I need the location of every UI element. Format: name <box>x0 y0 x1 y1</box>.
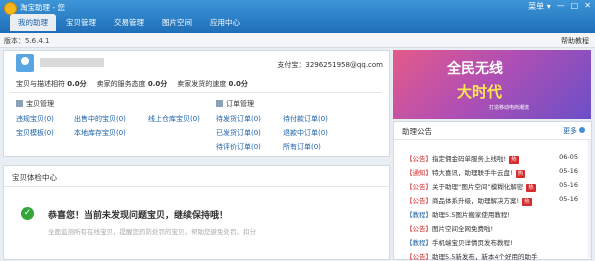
scrollbar[interactable] <box>588 140 591 258</box>
tab-item-management[interactable]: 宝贝管理 <box>58 14 104 31</box>
health-center-title: 宝贝体检中心 <box>12 173 57 182</box>
app-title: 淘宝助理 - 您 <box>20 3 65 12</box>
item-management-icon <box>16 100 23 107</box>
menu-button[interactable]: 菜单 ▾ <box>528 1 551 12</box>
hot-badge: 热 <box>522 198 532 206</box>
link-warehouse-items[interactable]: 线上仓库宝贝(0) <box>148 114 200 124</box>
title-bar: 淘宝助理 - 您 菜单 ▾ — □ ✕ 我的助理 宝贝管理 交易管理 图片空间 … <box>0 0 595 33</box>
version-bar: 版本：5.6.4.1 帮助教程 <box>0 33 595 48</box>
link-violation-items[interactable]: 违规宝贝(0) <box>16 114 54 124</box>
tab-image-space[interactable]: 图片空间 <box>154 14 200 31</box>
item-management-header: 宝贝管理 <box>16 99 54 109</box>
link-item-templates[interactable]: 宝贝模板(0) <box>16 128 54 138</box>
banner-line2: 大时代 <box>457 83 503 101</box>
shop-ratings: 宝贝与描述相符 0.0分 卖家的服务态度 0.0分 卖家发货的速度 0.0分 <box>16 79 248 89</box>
divider <box>394 139 591 140</box>
order-management-header: 订单管理 <box>216 99 254 109</box>
notice-item[interactable]: 【公告】助理5.5新发布，新本4个好用的助手 <box>406 251 584 261</box>
rating-service: 卖家的服务态度 0.0分 <box>96 80 168 88</box>
hot-badge: 热 <box>509 156 519 164</box>
link-orders-refunding[interactable]: 退款中订单(0) <box>283 128 328 138</box>
notice-item[interactable]: 【公告】指定佣金码单服务上线啦! 热 06-05 <box>406 153 584 164</box>
more-link[interactable]: 更多 <box>563 126 577 136</box>
alipay-account: 支付宝：3296251958@qq.com <box>277 61 383 69</box>
help-tutorial-link[interactable]: 帮助教程 <box>561 36 589 46</box>
item-health-center-panel: 宝贝体检中心 ✓ 恭喜您！当前未发现问题宝贝，继续保持哦！ 全面监测所有在线宝贝… <box>3 165 390 260</box>
username-redacted <box>40 58 104 67</box>
rating-description: 宝贝与描述相符 0.0分 <box>16 80 87 88</box>
notice-item[interactable]: 【公告】关于助理“图片空间”模糊化解密热 05-16 <box>406 181 584 192</box>
link-all-orders[interactable]: 所有订单(0) <box>283 142 321 152</box>
more-arrow-icon[interactable] <box>579 127 585 133</box>
promo-banner[interactable]: 全民无线 大时代 打造移动电商潮流 <box>393 50 591 119</box>
banner-line1: 全民无线 <box>447 61 503 77</box>
notice-title: 助理公告 <box>402 127 432 136</box>
user-summary-panel: 支付宝：3296251958@qq.com 宝贝与描述相符 0.0分 卖家的服务… <box>3 50 390 157</box>
notice-item[interactable]: 【教程】手机端宝贝详情页发布教程! <box>406 237 584 247</box>
link-on-sale-items[interactable]: 出售中的宝贝(0) <box>74 114 126 124</box>
notice-item[interactable]: 【教程】助理5.5图片搬家使用教程! <box>406 209 584 219</box>
close-icon[interactable]: ✕ <box>584 1 591 12</box>
main-tabs: 我的助理 宝贝管理 交易管理 图片空间 应用中心 <box>10 14 248 31</box>
check-icon: ✓ <box>21 207 34 220</box>
maximize-icon[interactable]: □ <box>571 1 579 12</box>
avatar <box>16 54 34 72</box>
hot-badge: 热 <box>526 184 536 192</box>
notice-item[interactable]: 【通知】特大喜讯，助理联手牛云盘! 热 05-16 <box>406 167 584 178</box>
health-sub-message: 全面监测所有在线宝贝，提醒您药防处罚的宝贝，帮助您避免处罚，扣分 <box>48 228 256 236</box>
tab-trade-management[interactable]: 交易管理 <box>106 14 152 31</box>
divider <box>10 92 382 93</box>
link-local-stock-items[interactable]: 本地库存宝贝(0) <box>74 128 126 138</box>
rating-shipping: 卖家发货的速度 0.0分 <box>177 80 248 88</box>
link-orders-to-review[interactable]: 待评价订单(0) <box>216 142 261 152</box>
link-orders-to-pay[interactable]: 待付款订单(0) <box>283 114 328 124</box>
hot-badge: 热 <box>515 170 526 178</box>
tab-app-center[interactable]: 应用中心 <box>202 14 248 31</box>
order-management-icon <box>216 100 223 107</box>
assistant-notice-panel: 助理公告 更多 【公告】指定佣金码单服务上线啦! 热 06-05 【通知】特大喜讯，… <box>393 121 592 261</box>
window-controls: 菜单 ▾ — □ ✕ <box>528 1 591 12</box>
health-message: 恭喜您！当前未发现问题宝贝，继续保持哦！ <box>48 211 229 221</box>
notice-item[interactable]: 【公告】商品体系升级，助理解决方案! 热 05-16 <box>406 195 584 206</box>
minimize-icon[interactable]: — <box>557 1 565 12</box>
link-orders-shipped[interactable]: 已发货订单(0) <box>216 128 261 138</box>
banner-caption: 打造移动电商潮流 <box>489 105 530 111</box>
tab-my-assistant[interactable]: 我的助理 <box>10 14 56 31</box>
divider <box>4 186 389 187</box>
link-orders-to-ship[interactable]: 待发货订单(0) <box>216 114 261 124</box>
version-label: 版本：5.6.4.1 <box>4 37 50 45</box>
notice-item[interactable]: 【公告】图片空间全网免费啦! <box>406 223 584 233</box>
